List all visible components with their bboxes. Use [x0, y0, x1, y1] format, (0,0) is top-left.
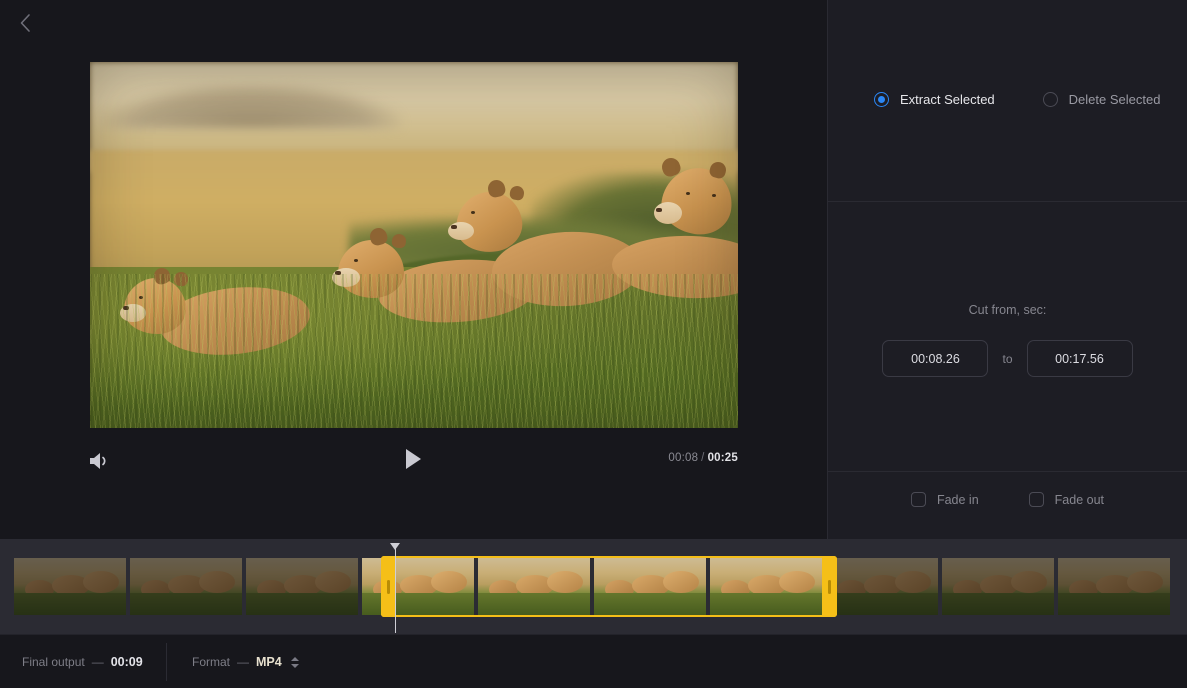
cut-from-input[interactable]: 00:08.26: [882, 340, 989, 377]
checkbox-fade-out-icon: [1028, 492, 1044, 507]
drag-handle-icon: [828, 579, 831, 594]
final-output-label: Final output: [22, 655, 85, 669]
cut-to-word: to: [1002, 351, 1013, 366]
checkbox-fade-in-label: Fade in: [936, 492, 979, 507]
checkbox-fade-in[interactable]: Fade in: [910, 492, 979, 507]
timeline-thumbnail[interactable]: [942, 558, 1054, 615]
volume-button[interactable]: [86, 449, 112, 473]
format-dash: —: [237, 655, 250, 669]
checkbox-fade-out[interactable]: Fade out: [1028, 492, 1105, 507]
mode-radio-group: Extract Selected Delete Selected: [828, 92, 1187, 107]
video-preview[interactable]: [90, 62, 738, 428]
drag-handle-icon: [387, 579, 390, 594]
checkbox-fade-out-label: Fade out: [1054, 492, 1105, 507]
bottom-bar: Final output — 00:09 Format — MP4 Export: [0, 634, 1187, 688]
back-button[interactable]: [8, 6, 42, 40]
radio-delete-icon: [1042, 92, 1058, 107]
timeline-thumbnail[interactable]: [478, 558, 590, 615]
chevron-left-icon: [18, 13, 32, 33]
current-time: 00:08: [668, 452, 699, 464]
bottom-bar-divider: [166, 643, 167, 681]
timeline-thumbnail[interactable]: [130, 558, 242, 615]
radio-extract-icon: [874, 92, 889, 107]
fade-section: Fade in Fade out: [828, 472, 1187, 538]
timeline-thumbnail[interactable]: [362, 558, 474, 615]
timeline-thumbnail[interactable]: [710, 558, 822, 615]
player-controls: 00:08/00:25: [0, 440, 827, 482]
selection-handle-left[interactable]: [381, 556, 396, 617]
total-time: 00:25: [707, 452, 738, 464]
final-output-dash: —: [91, 655, 104, 669]
radio-delete-label: Delete Selected: [1068, 92, 1161, 107]
timeline-thumbnail[interactable]: [246, 558, 358, 615]
stepper-updown-icon[interactable]: [290, 656, 299, 668]
format-selector[interactable]: Format — MP4: [192, 635, 299, 688]
mode-section: Extract Selected Delete Selected: [828, 0, 1187, 202]
play-button[interactable]: [398, 446, 428, 476]
settings-panel: Extract Selected Delete Selected Cut fro…: [827, 0, 1187, 539]
timeline-strip[interactable]: [0, 539, 1187, 634]
timeline-thumbnail[interactable]: [14, 558, 126, 615]
cut-to-input[interactable]: 00:17.56: [1026, 340, 1133, 377]
video-frame-image: [90, 62, 738, 428]
playhead-marker-icon: [390, 543, 400, 550]
fade-options: Fade in Fade out: [828, 492, 1187, 507]
final-output-info: Final output — 00:09: [22, 635, 143, 688]
timeline-thumbnail[interactable]: [1058, 558, 1170, 615]
cut-range-section: Cut from, sec: 00:08.26 to 00:17.56: [828, 202, 1187, 472]
cut-range-title: Cut from, sec:: [968, 303, 1047, 317]
final-output-value: 00:09: [110, 655, 143, 669]
video-trimmer-app: 00:08/00:25 Extract Selected Delete Sele…: [0, 0, 1187, 688]
timeline-thumbnails: [14, 558, 1170, 615]
play-icon: [402, 447, 424, 476]
radio-delete-selected[interactable]: Delete Selected: [1042, 92, 1161, 107]
format-value: MP4: [256, 655, 282, 669]
time-separator: /: [701, 452, 705, 464]
format-label: Format: [192, 655, 231, 669]
player-pane: 00:08/00:25: [0, 0, 827, 539]
radio-extract-label: Extract Selected: [900, 92, 995, 107]
timeline-thumbnail[interactable]: [594, 558, 706, 615]
checkbox-fade-in-icon: [910, 492, 926, 507]
volume-on-icon: [86, 453, 112, 477]
timeline-thumbnail[interactable]: [826, 558, 938, 615]
radio-extract-selected[interactable]: Extract Selected: [874, 92, 995, 107]
cut-range-fields: 00:08.26 to 00:17.56: [828, 340, 1187, 377]
selection-handle-right[interactable]: [822, 556, 837, 617]
time-readout: 00:08/00:25: [668, 452, 738, 464]
